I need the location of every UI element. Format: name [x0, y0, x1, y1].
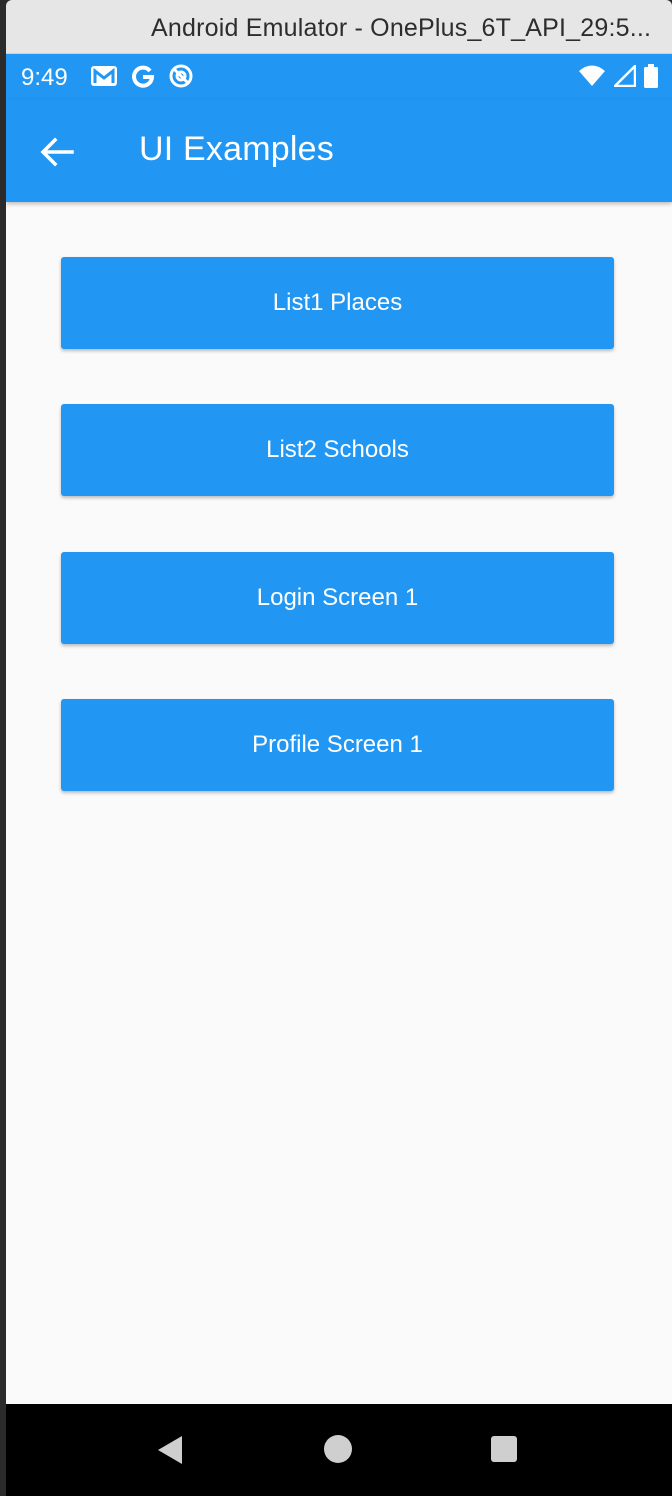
phone-screen: 9:49 UI Examples List1 Places List2 Scho…: [6, 54, 672, 1496]
google-icon: [132, 65, 155, 88]
wifi-icon: [579, 65, 605, 86]
window-title: Android Emulator - OnePlus_6T_API_29:5..…: [151, 14, 652, 42]
nav-back-icon[interactable]: [156, 1434, 184, 1466]
status-time: 9:49: [21, 64, 68, 91]
list1-places-button[interactable]: List1 Places: [61, 257, 614, 349]
at-sign-icon: [169, 64, 193, 88]
battery-icon: [644, 64, 658, 88]
nav-recents-icon[interactable]: [491, 1436, 517, 1462]
arrow-left-icon: [40, 137, 74, 167]
back-button[interactable]: [36, 132, 76, 172]
notification-icons: [90, 63, 194, 89]
app-bar: UI Examples: [6, 100, 672, 202]
cell-signal-icon: [614, 65, 636, 87]
page-title: UI Examples: [139, 130, 334, 168]
profile-screen-1-button[interactable]: Profile Screen 1: [61, 699, 614, 791]
window-titlebar: Android Emulator - OnePlus_6T_API_29:5..…: [6, 0, 672, 54]
status-bar: 9:49: [6, 54, 672, 100]
system-nav-bar: [6, 1404, 672, 1496]
gmail-icon: [91, 66, 117, 86]
system-icons: [578, 64, 658, 88]
list2-schools-button[interactable]: List2 Schools: [61, 404, 614, 496]
login-screen-1-button[interactable]: Login Screen 1: [61, 552, 614, 644]
nav-home-icon[interactable]: [324, 1435, 352, 1463]
